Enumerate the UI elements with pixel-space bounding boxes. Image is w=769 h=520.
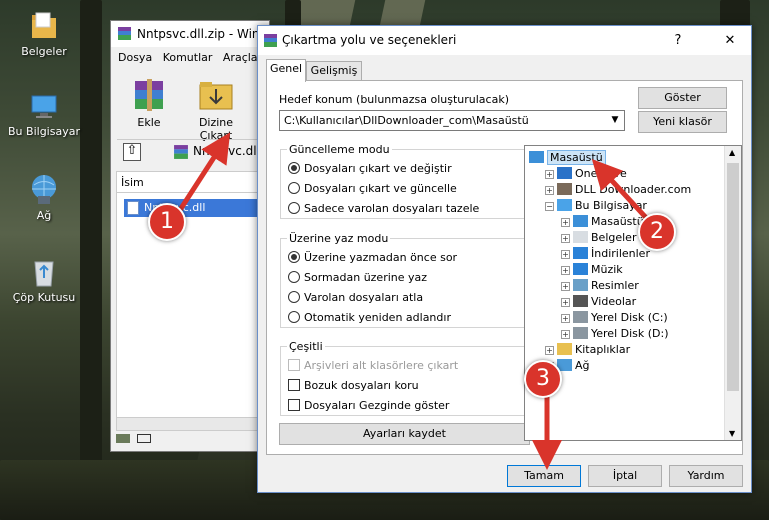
callout-badge-2: 2 <box>638 213 676 251</box>
callout-arrow-1 <box>177 132 231 212</box>
callout-badge-1: 1 <box>148 203 186 241</box>
callout-badge-3: 3 <box>524 360 562 398</box>
callout-arrows <box>177 132 652 470</box>
callout-arrow-2 <box>591 158 652 224</box>
